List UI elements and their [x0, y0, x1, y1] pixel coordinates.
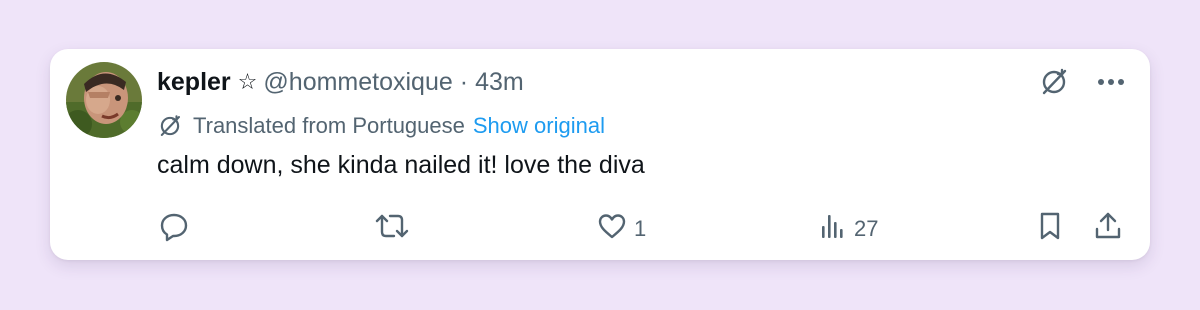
star-icon: ☆	[237, 69, 258, 94]
retweet-icon	[373, 210, 411, 248]
views-count: 27	[854, 216, 879, 241]
author-handle[interactable]: @hommetoxique	[263, 68, 452, 97]
reply-button[interactable]	[158, 212, 190, 246]
translated-label: Translated from Portuguese	[193, 113, 465, 138]
avatar[interactable]	[66, 62, 142, 138]
share-icon	[1092, 210, 1124, 248]
more-options-icon[interactable]	[1096, 77, 1126, 87]
reply-icon	[158, 210, 190, 248]
like-button[interactable]: 1	[596, 212, 646, 246]
show-original-link[interactable]: Show original	[473, 113, 605, 139]
translation-notice: Translated from Portuguese Show original	[157, 111, 605, 141]
tweet-top-actions	[1038, 66, 1126, 98]
heart-icon	[596, 210, 628, 248]
tweet-text: calm down, she kinda nailed it! love the…	[157, 151, 645, 179]
like-count: 1	[634, 216, 647, 241]
tweet-header: kepler ☆ @hommetoxique · 43m	[157, 64, 524, 100]
timestamp[interactable]: 43m	[475, 68, 524, 97]
translate-small-icon	[157, 113, 183, 139]
tweet-card[interactable]: kepler ☆ @hommetoxique · 43m Translated …	[50, 49, 1150, 260]
views-icon	[818, 210, 848, 248]
bookmark-button[interactable]	[1035, 212, 1065, 246]
separator-dot: ·	[459, 67, 469, 96]
retweet-button[interactable]	[373, 212, 411, 246]
views-button[interactable]: 27	[818, 212, 878, 246]
share-button[interactable]	[1092, 212, 1124, 246]
bookmark-icon	[1035, 210, 1065, 248]
translate-icon[interactable]	[1038, 66, 1070, 98]
author-name[interactable]: kepler	[157, 68, 231, 97]
